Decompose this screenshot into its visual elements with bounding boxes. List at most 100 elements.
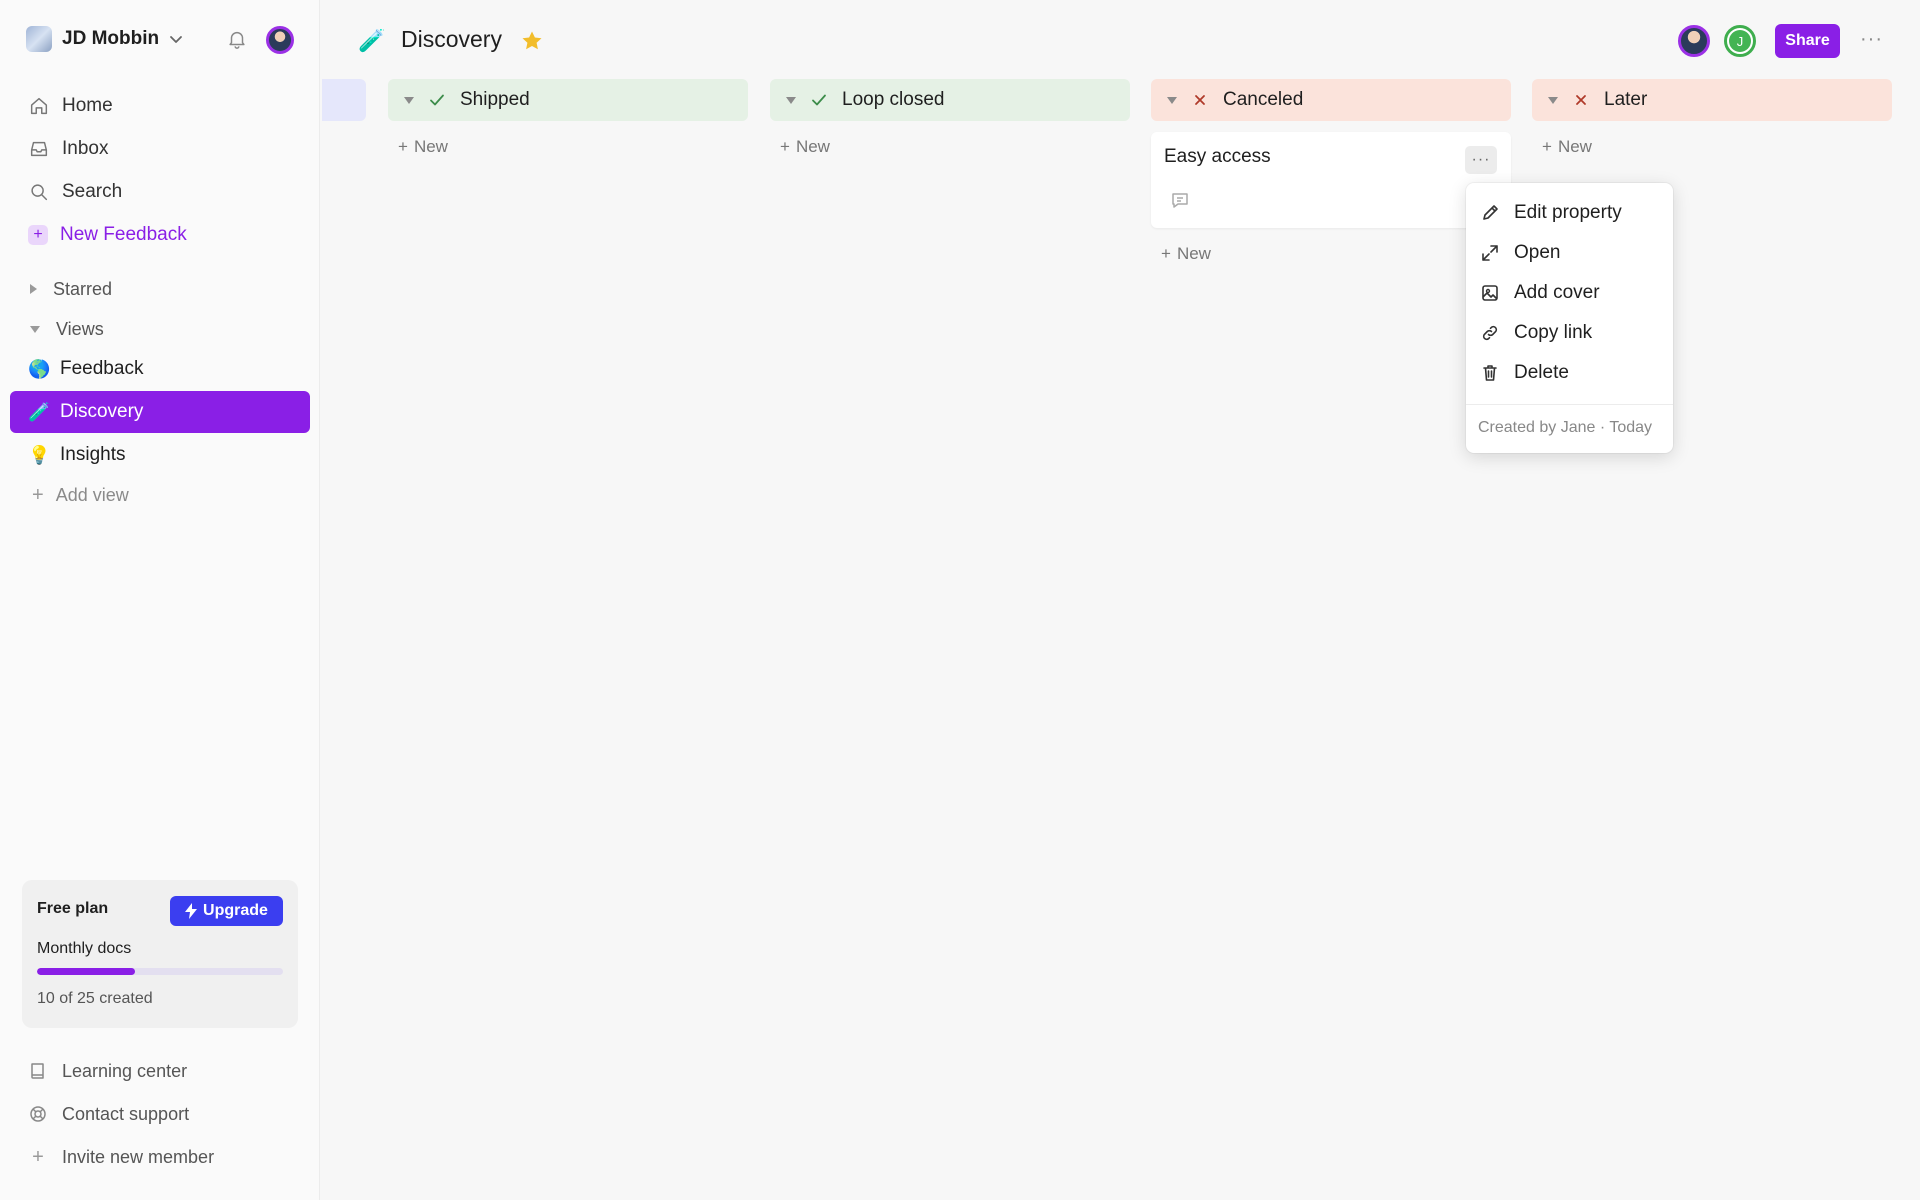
- column-title: Shipped: [460, 89, 530, 110]
- caret-down-icon[interactable]: [786, 96, 796, 104]
- learning-center-link[interactable]: Learning center: [28, 1056, 187, 1086]
- new-label: New: [413, 137, 448, 156]
- menu-item-label: Copy link: [1514, 322, 1593, 343]
- test-tube-icon: 🧪: [28, 401, 51, 422]
- page-title[interactable]: Discovery: [401, 26, 502, 53]
- sidebar: JD Mobbin Home Inbox Search + New Feedba…: [0, 0, 320, 1200]
- card-more-button[interactable]: ···: [1465, 146, 1497, 174]
- caret-down-icon[interactable]: [1167, 96, 1177, 104]
- nav-search-label: Search: [62, 181, 123, 202]
- section-views-label: Views: [56, 318, 104, 339]
- view-item-discovery[interactable]: 🧪 Discovery: [10, 391, 310, 433]
- expand-icon: [1482, 245, 1498, 261]
- view-item-label: Insights: [60, 444, 126, 465]
- plan-progress-bar: [37, 968, 283, 975]
- trash-icon: [1483, 365, 1497, 381]
- contact-support-link[interactable]: Contact support: [28, 1099, 189, 1129]
- comment-icon: [1172, 193, 1188, 208]
- caret-down-icon: [30, 325, 40, 333]
- bell-icon[interactable]: [226, 28, 248, 50]
- plus-icon: +: [32, 483, 44, 506]
- column-title: Later: [1604, 89, 1648, 110]
- column-header-canceled[interactable]: Canceled: [1151, 79, 1511, 121]
- menu-item-label: Add cover: [1514, 282, 1600, 303]
- plan-title: Free plan: [37, 900, 109, 917]
- new-label: New: [1176, 244, 1211, 263]
- workspace-logo: [26, 26, 52, 52]
- plan-progress-fill: [37, 968, 136, 975]
- new-card-button-canceled[interactable]: + New: [1161, 241, 1211, 267]
- plus-icon: +: [398, 137, 408, 156]
- nav-search[interactable]: Search: [28, 175, 122, 209]
- column-title: Canceled: [1223, 89, 1304, 110]
- column-header-loop-closed[interactable]: Loop closed: [770, 79, 1130, 121]
- search-icon: [31, 184, 48, 201]
- collaborator-avatar[interactable]: [1678, 25, 1710, 57]
- menu-item-label: Open: [1514, 242, 1561, 263]
- section-starred[interactable]: Starred: [30, 275, 112, 303]
- more-options-button[interactable]: ···: [1860, 28, 1883, 51]
- menu-item-copy-link[interactable]: Copy link: [1466, 313, 1673, 353]
- column-title: Loop closed: [842, 89, 945, 110]
- plan-count: 10 of 25 created: [37, 990, 153, 1007]
- menu-item-delete[interactable]: Delete: [1466, 353, 1673, 393]
- link-icon: [1482, 325, 1498, 341]
- nav-inbox[interactable]: Inbox: [28, 132, 108, 166]
- new-label: New: [795, 137, 830, 156]
- add-view-button[interactable]: + Add view: [32, 482, 129, 508]
- user-avatar[interactable]: [266, 26, 294, 54]
- invite-member-link[interactable]: + Invite new member: [28, 1142, 214, 1172]
- test-tube-icon: 🧪: [358, 28, 386, 53]
- nav-home[interactable]: Home: [28, 89, 113, 123]
- new-feedback-label: New Feedback: [60, 224, 187, 245]
- add-view-label: Add view: [55, 484, 129, 505]
- plan-metric: Monthly docs: [37, 940, 132, 957]
- feedback-card[interactable]: Easy access ···: [1151, 132, 1511, 228]
- lightning-icon: [185, 903, 198, 919]
- view-item-label: Discovery: [60, 401, 144, 422]
- menu-divider: [1466, 404, 1673, 405]
- card-context-menu: Edit property Open Add cover Copy link D…: [1466, 183, 1673, 453]
- menu-item-open[interactable]: Open: [1466, 233, 1673, 273]
- lifebuoy-icon: [30, 1106, 46, 1122]
- upgrade-label: Upgrade: [203, 902, 268, 919]
- column-header-shipped[interactable]: Shipped: [388, 79, 748, 121]
- card-title: Easy access: [1164, 146, 1271, 167]
- menu-item-add-cover[interactable]: Add cover: [1466, 273, 1673, 313]
- pencil-icon: [1483, 205, 1498, 220]
- view-item-label: Feedback: [60, 358, 144, 379]
- lightbulb-icon: 💡: [28, 444, 51, 465]
- plus-icon: +: [28, 225, 48, 245]
- view-item-insights[interactable]: 💡 Insights: [10, 434, 310, 476]
- x-icon: [1195, 95, 1205, 105]
- learning-center-label: Learning center: [62, 1060, 188, 1081]
- menu-item-label: Delete: [1514, 362, 1569, 383]
- plus-icon: +: [32, 1145, 44, 1168]
- nav-home-label: Home: [62, 95, 113, 116]
- plus-icon: +: [1542, 137, 1552, 156]
- plus-icon: +: [1161, 244, 1171, 263]
- new-card-button-shipped[interactable]: + New: [398, 134, 448, 160]
- section-views[interactable]: Views: [30, 315, 104, 343]
- column-header-later[interactable]: Later: [1532, 79, 1892, 121]
- new-feedback-button[interactable]: + New Feedback: [28, 218, 187, 252]
- star-icon[interactable]: [520, 29, 544, 53]
- plus-icon: +: [780, 137, 790, 156]
- caret-down-icon[interactable]: [404, 96, 414, 104]
- column-header-partial: [322, 79, 366, 121]
- share-button[interactable]: Share: [1775, 24, 1840, 58]
- upgrade-button[interactable]: Upgrade: [170, 896, 283, 926]
- section-starred-label: Starred: [53, 278, 113, 299]
- new-card-button-later[interactable]: + New: [1542, 134, 1592, 160]
- invite-member-label: Invite new member: [62, 1146, 215, 1167]
- workspace-switcher[interactable]: JD Mobbin: [26, 24, 183, 54]
- menu-item-edit-property[interactable]: Edit property: [1466, 193, 1673, 233]
- check-icon: [812, 94, 826, 106]
- collaborator-avatar-j[interactable]: J: [1724, 25, 1756, 57]
- caret-down-icon[interactable]: [1548, 96, 1558, 104]
- home-icon: [30, 97, 48, 115]
- contact-support-label: Contact support: [62, 1103, 190, 1124]
- view-item-feedback[interactable]: 🌎 Feedback: [10, 348, 310, 390]
- chevron-down-icon: [170, 36, 183, 43]
- new-card-button-loop-closed[interactable]: + New: [780, 134, 830, 160]
